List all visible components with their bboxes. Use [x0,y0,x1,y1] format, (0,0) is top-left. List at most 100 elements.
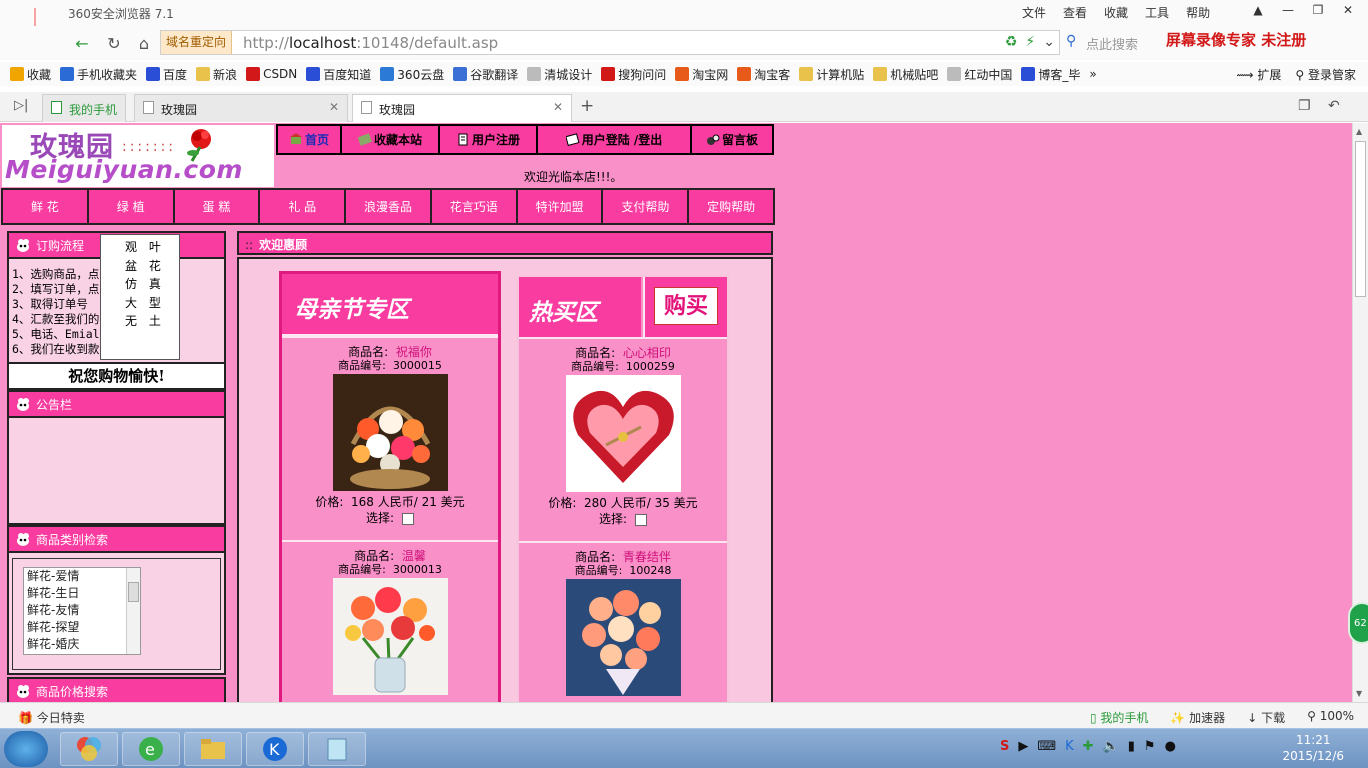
k-tray-icon[interactable]: K [1065,739,1074,754]
taskbar-k-app[interactable]: K [246,732,304,766]
bookmark-item[interactable]: 收藏 [10,66,51,83]
search-input[interactable]: ⚲ 点此搜索 [1062,30,1162,55]
login-manager-button[interactable]: ⚲ 登录管家 [1295,66,1356,83]
address-bar[interactable]: 域名重定向 http://localhost:10148/default.asp… [160,30,1060,55]
nav-home[interactable]: 首页 [276,124,342,155]
keyboard-tray-icon[interactable]: ⌨ [1037,739,1056,754]
tab-my-phone[interactable]: 我的手机 [42,94,126,122]
dropdown-item-foliage[interactable]: 观 叶 [125,238,179,257]
extensions-button[interactable]: ⟿ 扩展 [1236,66,1281,83]
dropdown-item-artificial[interactable]: 仿 真 [125,275,179,294]
product-name[interactable]: 青春结伴 [623,550,671,564]
start-button[interactable] [4,731,48,767]
scroll-down-icon[interactable]: ▼ [1356,689,1362,698]
product-image[interactable] [565,375,681,492]
dropdown-item-soilless[interactable]: 无 土 [125,312,179,331]
menu-view[interactable]: 查看 [1063,4,1087,21]
speaker-tray-icon[interactable]: 🔈 [1103,739,1119,754]
bookmark-item[interactable]: CSDN [246,67,297,81]
menu-tools[interactable]: 工具 [1145,4,1169,21]
bookmark-item[interactable]: 百度 [146,66,187,83]
cat-payment-help[interactable]: 支付帮助 [603,190,688,223]
listbox-scrollbar[interactable] [126,568,140,654]
bookmark-item[interactable]: 清城设计 [527,66,592,83]
product-image[interactable] [332,374,448,491]
skin-icon[interactable]: ▲ [1244,0,1272,20]
product-image[interactable] [565,579,681,696]
speed-ball-badge[interactable]: 62 [1348,602,1368,644]
refresh-icon[interactable]: ↻ [102,31,126,55]
sidebar-toggle-icon[interactable]: ▷| [14,98,28,113]
close-tab-icon[interactable]: ✕ [553,100,563,114]
my-phone-button[interactable]: ▯ 我的手机 [1090,709,1148,726]
more-bookmarks-icon[interactable]: » [1089,67,1096,81]
dropdown-item-large[interactable]: 大 型 [125,294,179,313]
bookmark-item[interactable]: 红动中国 [947,66,1012,83]
taskbar-notepad[interactable] [308,732,366,766]
cat-romantic-scents[interactable]: 浪漫香品 [346,190,430,223]
taskbar-clock[interactable]: 11:21 2015/12/6 [1282,732,1344,764]
list-item[interactable]: 鲜花-友情 [27,602,140,619]
compat-mode-icon[interactable]: ♻ [1005,34,1018,50]
list-item[interactable]: 鲜花-婚庆 [27,636,140,653]
bookmark-item[interactable]: 新浪 [196,66,237,83]
download-button[interactable]: ↓ 下载 [1247,709,1285,726]
url-text[interactable]: http://localhost:10148/default.asp [243,34,498,52]
bookmark-item[interactable]: 手机收藏夹 [60,66,137,83]
bookmark-item[interactable]: 机械贴吧 [873,66,938,83]
cat-order-help[interactable]: 定购帮助 [689,190,774,223]
product-name[interactable]: 温馨 [402,549,426,563]
new-tab-icon[interactable]: + [580,96,594,116]
network-tray-icon[interactable]: ▮ [1128,739,1135,754]
daily-deals-link[interactable]: 🎁 今日特卖 [18,709,85,726]
nav-bookmark-site[interactable]: 收藏本站 [340,124,440,155]
back-arrow-icon[interactable]: ← [70,31,94,55]
dropdown-item-potted[interactable]: 盆 花 [125,257,179,276]
list-item[interactable]: 鲜花-生日 [27,585,140,602]
tab-list-icon[interactable]: ❐ [1298,98,1311,114]
taskbar-360-browser[interactable]: e [122,732,180,766]
sogou-tray-icon[interactable]: S [1000,739,1009,754]
nav-login-logout[interactable]: 用户登陆 /登出 [536,124,692,155]
list-item[interactable]: 鲜花-探望 [27,619,140,636]
page-scroll-thumb[interactable] [1355,141,1366,297]
taskbar-app-colors[interactable] [60,732,118,766]
scroll-up-icon[interactable]: ▲ [1356,127,1362,136]
bookmark-item[interactable]: 搜狗问问 [601,66,666,83]
bookmark-item[interactable]: 淘宝客 [737,66,790,83]
menu-favorites[interactable]: 收藏 [1104,4,1128,21]
chevron-down-icon[interactable]: ⌄ [1043,34,1055,50]
bookmark-item[interactable]: 百度知道 [306,66,371,83]
bookmark-item[interactable]: 谷歌翻译 [453,66,518,83]
tab-meiguiyuan-2[interactable]: 玫瑰园 ✕ [352,94,572,122]
bookmark-item[interactable]: 计算机贴 [799,66,864,83]
site-logo[interactable]: 玫瑰园 ::::::: Meiguiyuan.com [2,125,274,187]
product-name[interactable]: 心心相印 [623,346,671,360]
cat-plants[interactable]: 绿 植 [88,190,173,223]
product-checkbox[interactable] [402,512,415,525]
speed-mode-icon[interactable]: ⚡ [1025,34,1035,50]
cat-flower-language[interactable]: 花言巧语 [431,190,516,223]
cat-gifts[interactable]: 礼 品 [260,190,345,223]
nav-guestbook[interactable]: 留言板 [690,124,774,155]
plus-tray-icon[interactable]: ✚ [1083,739,1094,754]
qq-tray-icon[interactable]: ● [1165,739,1176,754]
maximize-icon[interactable]: ❐ [1304,0,1332,20]
bookmark-item[interactable]: 淘宝网 [675,66,728,83]
undo-close-icon[interactable]: ↶ [1328,98,1340,114]
play-tray-icon[interactable]: ▶ [1018,739,1028,754]
product-name[interactable]: 祝福你 [396,345,432,359]
bookmark-item[interactable]: 博客_毕 [1021,66,1080,83]
bookmark-item[interactable]: 360云盘 [380,66,444,83]
flag-tray-icon[interactable]: ⚑ [1144,739,1156,754]
cat-franchise[interactable]: 特许加盟 [517,190,602,223]
zoom-button[interactable]: ⚲ 100% [1307,709,1354,726]
category-listbox[interactable]: 鲜花-爱情 鲜花-生日 鲜花-友情 鲜花-探望 鲜花-婚庆 [23,567,141,655]
menu-help[interactable]: 帮助 [1186,4,1210,21]
nav-register[interactable]: 用户注册 [438,124,538,155]
product-image[interactable] [332,578,448,695]
accelerator-button[interactable]: ✨ 加速器 [1170,709,1225,726]
close-tab-icon[interactable]: ✕ [329,100,339,114]
close-icon[interactable]: ✕ [1334,0,1362,20]
listbox-scroll-thumb[interactable] [128,582,139,602]
